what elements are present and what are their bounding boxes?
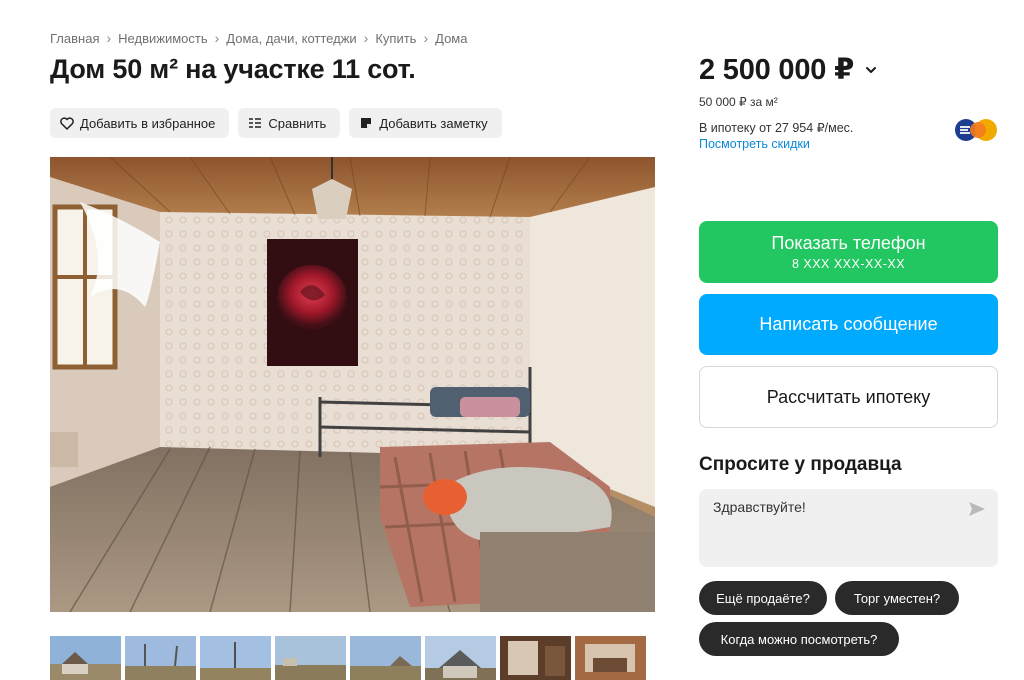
- room-photo-image: [50, 157, 655, 612]
- add-note-label: Добавить заметку: [379, 115, 488, 131]
- listing-actions: Добавить в избранное Сравнить Добавить з…: [50, 108, 502, 138]
- thumbnail-2[interactable]: [125, 636, 196, 680]
- photo-thumbnails: [50, 636, 646, 680]
- price-per-m2: 50 000 ₽ за м²: [699, 95, 778, 109]
- show-phone-label: Показать телефон: [771, 233, 926, 253]
- compare-icon: [248, 116, 262, 130]
- breadcrumb-separator-icon: ›: [214, 30, 220, 46]
- price-value: 2 500 000 ₽: [699, 54, 855, 86]
- calculate-mortgage-button[interactable]: Рассчитать ипотеку: [699, 366, 998, 428]
- phone-number-masked: 8 XXX XXX-XX-XX: [791, 257, 906, 271]
- thumbnail-5[interactable]: [350, 636, 421, 680]
- breadcrumb-separator-icon: ›: [363, 30, 369, 46]
- add-to-favorites-label: Добавить в избранное: [80, 115, 216, 131]
- show-phone-button[interactable]: Показать телефон 8 XXX XXX-XX-XX: [699, 221, 998, 283]
- bank-logo: [952, 116, 1000, 144]
- quick-question-when-view[interactable]: Когда можно посмотреть?: [699, 622, 899, 656]
- chevron-down-icon[interactable]: [864, 63, 878, 77]
- breadcrumb: Главная › Недвижимость › Дома, дачи, кот…: [50, 30, 467, 46]
- compare-button[interactable]: Сравнить: [238, 108, 341, 138]
- thumbnail-3[interactable]: [200, 636, 271, 680]
- compare-label: Сравнить: [268, 115, 327, 131]
- add-note-button[interactable]: Добавить заметку: [349, 108, 502, 138]
- breadcrumb-buy[interactable]: Купить: [375, 31, 416, 46]
- ask-seller-title: Спросите у продавца: [699, 454, 902, 475]
- page-title: Дом 50 м² на участке 11 сот.: [50, 54, 416, 84]
- quick-question-negotiable[interactable]: Торг уместен?: [835, 581, 959, 615]
- ask-seller-input-text[interactable]: Здравствуйте!: [713, 499, 806, 515]
- write-message-button[interactable]: Написать сообщение: [699, 294, 998, 355]
- quick-question-still-selling[interactable]: Ещё продаёте?: [699, 581, 827, 615]
- breadcrumb-houses[interactable]: Дома: [435, 31, 467, 46]
- breadcrumb-real-estate[interactable]: Недвижимость: [118, 31, 207, 46]
- thumbnail-1[interactable]: [50, 636, 121, 680]
- breadcrumb-separator-icon: ›: [423, 30, 429, 46]
- breadcrumb-houses-dachas[interactable]: Дома, дачи, коттеджи: [226, 31, 356, 46]
- send-icon[interactable]: [968, 501, 986, 517]
- mortgage-monthly-text: В ипотеку от 27 954 ₽/мес.: [699, 121, 854, 135]
- thumbnail-8[interactable]: [575, 636, 646, 680]
- breadcrumb-separator-icon: ›: [106, 30, 112, 46]
- view-discounts-link[interactable]: Посмотреть скидки: [699, 137, 810, 151]
- breadcrumb-home[interactable]: Главная: [50, 31, 99, 46]
- price-block: 2 500 000 ₽: [699, 52, 878, 87]
- heart-icon: [60, 116, 74, 130]
- thumbnail-4[interactable]: [275, 636, 346, 680]
- add-to-favorites-button[interactable]: Добавить в избранное: [50, 108, 230, 138]
- thumbnail-7[interactable]: [500, 636, 571, 680]
- thumbnail-6[interactable]: [425, 636, 496, 680]
- ask-seller-field[interactable]: Здравствуйте!: [699, 489, 998, 567]
- main-photo[interactable]: [50, 157, 655, 612]
- note-icon: [359, 116, 373, 130]
